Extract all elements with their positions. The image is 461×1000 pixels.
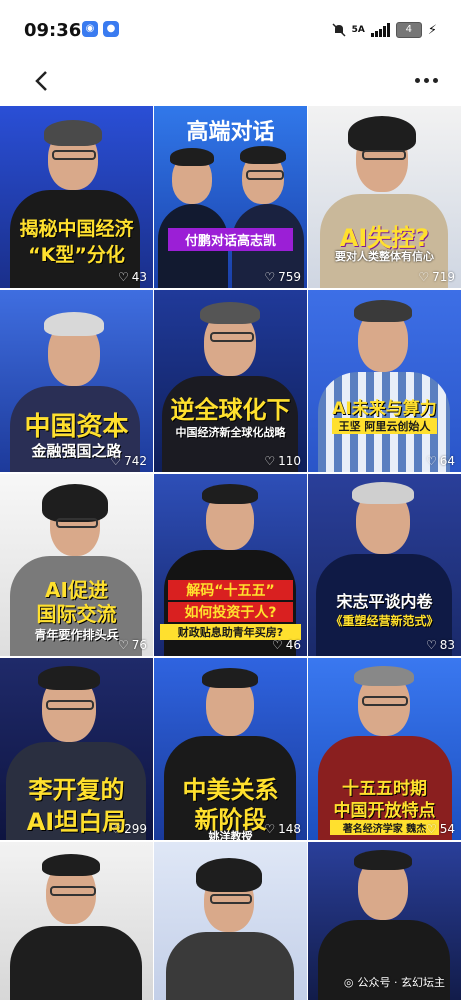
status-bar: 09:36 ◉ ● 5A 4 ⚡ xyxy=(0,0,461,60)
like-count: ♡ 54 xyxy=(426,822,455,836)
like-count: ♡ 148 xyxy=(264,822,301,836)
like-count: ♡ 46 xyxy=(272,638,301,652)
like-number: 64 xyxy=(439,454,455,468)
like-count: ♡ 43 xyxy=(118,270,147,284)
like-number: 148 xyxy=(278,822,301,836)
video-subtitle: 著名经济学家 魏杰 xyxy=(330,820,439,835)
network-type: 5A xyxy=(351,25,365,35)
video-thumbnail[interactable] xyxy=(0,842,153,1000)
video-title-line: 李开复的 xyxy=(28,776,125,804)
clock: 09:36 xyxy=(24,20,82,41)
video-thumbnail[interactable]: 宋志平谈内卷 《重塑经营新范式》 ♡ 83 xyxy=(308,474,461,656)
lightbulb-icon: ● xyxy=(103,21,119,37)
watermark: ◎ 公众号 · 玄幻坛主 xyxy=(344,974,445,990)
like-number: 83 xyxy=(439,638,455,652)
like-number: 46 xyxy=(285,638,301,652)
video-title-line: AI未来与算力 xyxy=(332,399,437,419)
video-subtitle: 《重塑经营新范式》 xyxy=(330,614,439,628)
app-notification-icon: ◉ xyxy=(82,21,98,37)
wechat-icon: ◎ xyxy=(343,975,354,989)
heart-icon: ♡ xyxy=(264,822,276,836)
like-number: 719 xyxy=(432,270,455,284)
like-number: 43 xyxy=(131,270,147,284)
video-subtitle: 要对人类整体有信心 xyxy=(335,250,434,263)
like-number: 54 xyxy=(439,822,455,836)
video-thumbnail[interactable]: 李开复的 AI坦白局 ♡ 299 xyxy=(0,658,153,840)
video-thumbnail[interactable]: 高端对话 付鹏对话高志凯 ♡ 759 xyxy=(154,106,307,288)
heart-icon: ♡ xyxy=(264,270,276,284)
like-number: 110 xyxy=(278,454,301,468)
video-thumbnail[interactable]: 逆全球化下 中国经济新全球化战略 ♡ 110 xyxy=(154,290,307,472)
video-thumbnail[interactable]: AI未来与算力 王坚 阿里云创始人 ♡ 64 xyxy=(308,290,461,472)
battery-level: 4 xyxy=(405,24,413,35)
video-title-line: 揭秘中国经济 xyxy=(19,218,134,240)
video-subtitle: 付鹏对话高志凯 xyxy=(168,228,293,251)
status-icons: 5A 4 ⚡ xyxy=(332,20,437,40)
video-thumbnail[interactable]: 揭秘中国经济 “K型”分化 ♡ 43 xyxy=(0,106,153,288)
like-count: ♡ 742 xyxy=(110,454,147,468)
video-thumbnail[interactable]: 中国资本 金融强国之路 ♡ 742 xyxy=(0,290,153,472)
video-title-line: 逆全球化下 xyxy=(170,396,291,424)
video-subtitle: 王坚 阿里云创始人 xyxy=(332,418,437,434)
heart-icon: ♡ xyxy=(425,822,437,836)
like-count: ♡ 759 xyxy=(264,270,301,284)
like-count: ♡ 76 xyxy=(118,638,147,652)
like-number: 742 xyxy=(124,454,147,468)
video-thumbnail[interactable] xyxy=(154,842,307,1000)
heart-icon: ♡ xyxy=(264,454,276,468)
mute-bell-icon xyxy=(332,23,346,37)
back-arrow-icon[interactable] xyxy=(28,66,58,96)
like-count: ♡ 719 xyxy=(418,270,455,284)
charging-icon: ⚡ xyxy=(427,22,437,38)
video-subtitle: 中国经济新全球化战略 xyxy=(175,426,286,439)
video-thumbnail[interactable]: 解码“十五五” 如何投资于人? 财政贴息助青年买房? ♡ 46 xyxy=(154,474,307,656)
video-thumbnail[interactable]: AI失控? 要对人类整体有信心 ♡ 719 xyxy=(308,106,461,288)
heart-icon: ♡ xyxy=(117,638,129,652)
video-title-line: 中国开放特点 xyxy=(333,801,436,821)
signal-icon xyxy=(370,23,390,37)
like-number: 299 xyxy=(124,822,147,836)
video-thumbnail[interactable]: 十五五时期 中国开放特点 著名经济学家 魏杰 ♡ 54 xyxy=(308,658,461,840)
heart-icon: ♡ xyxy=(425,454,437,468)
more-options-icon[interactable] xyxy=(411,70,441,90)
heart-icon: ♡ xyxy=(271,638,283,652)
watermark-text: 公众号 · 玄幻坛主 xyxy=(357,976,446,989)
like-number: 759 xyxy=(278,270,301,284)
like-count: ♡ 299 xyxy=(110,822,147,836)
video-title-line: 如何投资于人? xyxy=(168,602,293,622)
video-title-line: 解码“十五五” xyxy=(168,580,293,600)
battery-icon: 4 xyxy=(395,22,422,38)
nav-bar xyxy=(0,60,461,106)
video-thumbnail[interactable]: AI促进 国际交流 青年要作排头兵 ♡ 76 xyxy=(0,474,153,656)
like-count: ♡ 83 xyxy=(426,638,455,652)
video-top-title: 高端对话 xyxy=(186,120,275,145)
heart-icon: ♡ xyxy=(425,638,437,652)
video-thumbnail[interactable]: 中美关系 新阶段 姚洋教授 ♡ 148 xyxy=(154,658,307,840)
heart-icon: ♡ xyxy=(418,270,430,284)
heart-icon: ♡ xyxy=(110,454,122,468)
like-count: ♡ 64 xyxy=(426,454,455,468)
like-count: ♡ 110 xyxy=(264,454,301,468)
heart-icon: ♡ xyxy=(117,270,129,284)
heart-icon: ♡ xyxy=(110,822,122,836)
video-title-line: 国际交流 xyxy=(36,602,117,626)
like-number: 76 xyxy=(131,638,147,652)
video-title-line: 宋志平谈内卷 xyxy=(336,592,433,611)
video-title-line: “K型”分化 xyxy=(28,244,125,266)
video-title-line: 中国资本 xyxy=(24,412,129,442)
